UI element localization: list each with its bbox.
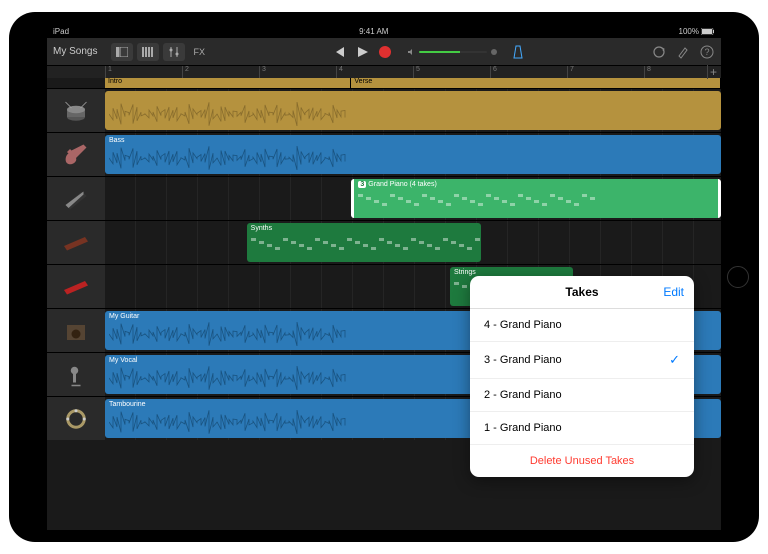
record-button[interactable]	[375, 42, 395, 62]
mixer-button[interactable]	[163, 43, 185, 61]
delete-takes-button[interactable]: Delete Unused Takes	[470, 445, 694, 477]
region-clip[interactable]: Bass	[105, 135, 721, 174]
track-row: Synths	[47, 220, 721, 264]
play-button[interactable]	[352, 42, 372, 62]
track-lane[interactable]: 3Grand Piano (4 takes)	[105, 177, 721, 220]
transport	[329, 42, 395, 62]
battery-icon	[701, 28, 715, 35]
track-lane[interactable]: Bass	[105, 133, 721, 176]
region-clip[interactable]: Synths	[247, 223, 481, 262]
track-row: 3Grand Piano (4 takes)	[47, 176, 721, 220]
checkmark-icon: ✓	[669, 352, 680, 368]
time-label: 9:41 AM	[359, 27, 388, 36]
volume-knob-icon	[491, 49, 497, 55]
take-item[interactable]: 1 - Grand Piano	[470, 412, 694, 445]
ruler-bar[interactable]: 1	[105, 66, 182, 78]
home-button[interactable]	[727, 266, 749, 288]
ruler-bar[interactable]: 4	[336, 66, 413, 78]
region-clip[interactable]	[105, 91, 721, 130]
popover-title: Takes	[565, 285, 598, 299]
track-header[interactable]	[47, 177, 105, 220]
loop-button[interactable]	[651, 44, 667, 60]
takes-popover: Takes Edit 4 - Grand Piano3 - Grand Pian…	[470, 276, 694, 477]
track-header[interactable]	[47, 353, 105, 396]
track-header[interactable]	[47, 265, 105, 308]
track-header[interactable]	[47, 89, 105, 132]
ruler-bar[interactable]: 5	[413, 66, 490, 78]
take-item[interactable]: 3 - Grand Piano✓	[470, 342, 694, 379]
ruler-bar[interactable]: 6	[490, 66, 567, 78]
help-button[interactable]: ?	[699, 44, 715, 60]
take-item[interactable]: 4 - Grand Piano	[470, 309, 694, 342]
ruler-bar[interactable]: 3	[259, 66, 336, 78]
screen: iPad 9:41 AM 100% My Songs FX	[47, 24, 721, 530]
ruler-bar[interactable]: 2	[182, 66, 259, 78]
popover-edit-button[interactable]: Edit	[663, 285, 684, 299]
region-clip[interactable]: 3Grand Piano (4 takes)	[351, 179, 721, 218]
track-lane[interactable]: Synths	[105, 221, 721, 264]
status-bar: iPad 9:41 AM 100%	[47, 24, 721, 38]
track-header[interactable]	[47, 397, 105, 440]
track-header[interactable]	[47, 221, 105, 264]
ruler-bar[interactable]: 7	[567, 66, 644, 78]
fx-button[interactable]: FX	[193, 47, 205, 57]
rewind-button[interactable]	[329, 42, 349, 62]
volume-slider[interactable]	[407, 48, 497, 56]
arrangement-marker[interactable]: Intro	[105, 78, 351, 88]
toolbar: My Songs FX ?	[47, 38, 721, 66]
track-lane[interactable]	[105, 89, 721, 132]
track-row: Bass	[47, 132, 721, 176]
browser-button[interactable]	[111, 43, 133, 61]
device-label: iPad	[53, 27, 69, 36]
volume-icon	[407, 48, 415, 56]
marker-row: IntroVerse	[47, 78, 721, 88]
my-songs-button[interactable]: My Songs	[53, 46, 97, 57]
battery-label: 100%	[679, 27, 699, 36]
arrangement-marker[interactable]: Verse	[351, 78, 721, 88]
track-row	[47, 88, 721, 132]
add-track-button[interactable]: +	[707, 65, 717, 79]
instrument-button[interactable]	[137, 43, 159, 61]
track-header[interactable]	[47, 309, 105, 352]
ipad-frame: iPad 9:41 AM 100% My Songs FX	[9, 12, 759, 542]
settings-button[interactable]	[675, 44, 691, 60]
svg-text:?: ?	[705, 47, 710, 57]
track-header[interactable]	[47, 133, 105, 176]
ruler[interactable]: 12345678+	[47, 66, 721, 78]
take-item[interactable]: 2 - Grand Piano	[470, 379, 694, 412]
metronome-button[interactable]	[509, 43, 527, 61]
